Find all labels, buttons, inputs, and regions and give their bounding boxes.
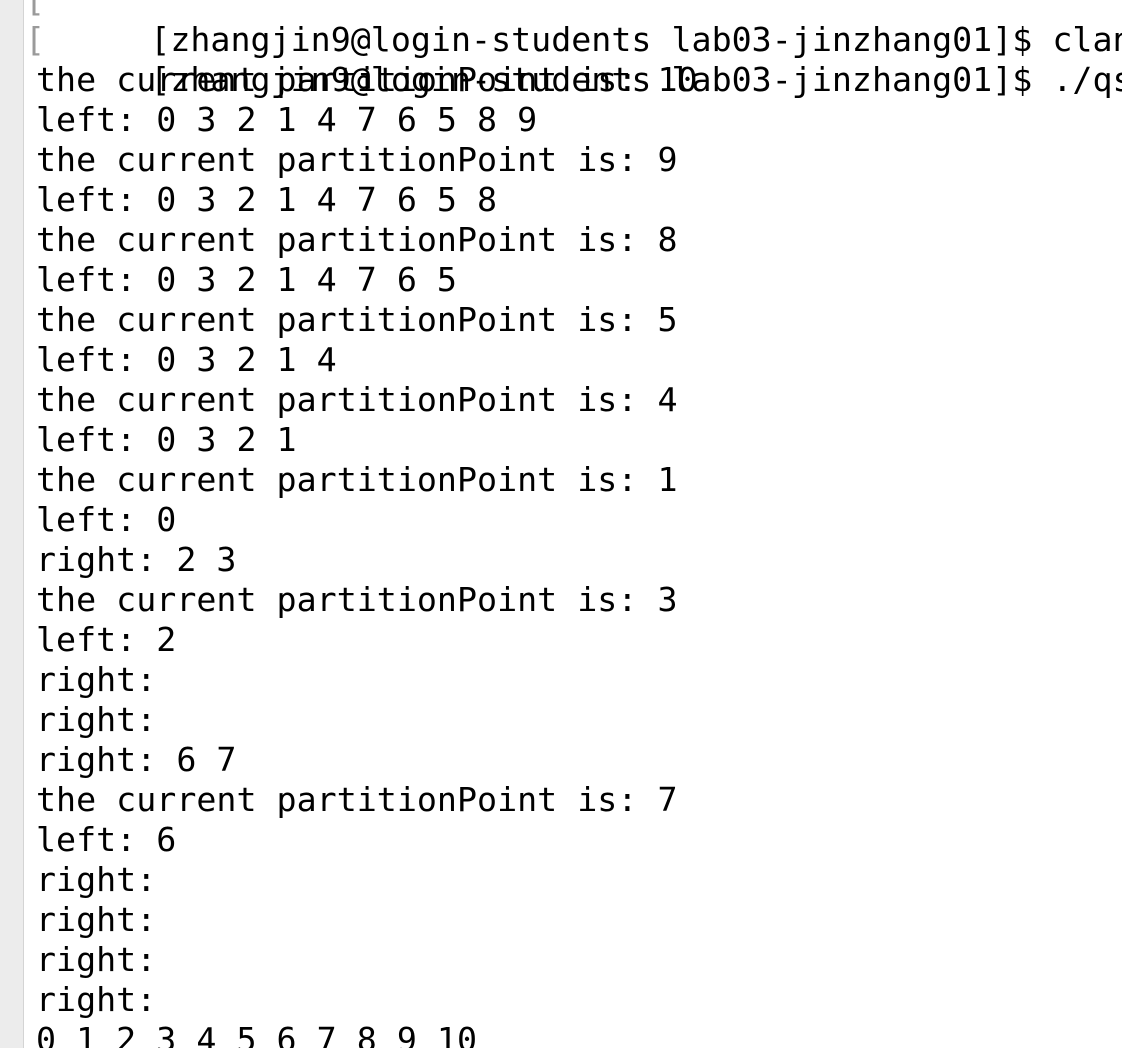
output-line: the current partitionPoint is: 10 (36, 60, 698, 99)
terminal-prompt-line: [[zhangjin9@login-students lab03-jinzhan… (0, 0, 1122, 59)
output-line: the current partitionPoint is: 8 (36, 220, 678, 259)
output-line: left: 6 (36, 820, 177, 859)
output-line: right: (36, 860, 157, 899)
output-line: the current partitionPoint is: 3 (36, 580, 678, 619)
terminal-window[interactable]: [[zhangjin9@login-students lab03-jinzhan… (0, 0, 1122, 1048)
prompt-mark-icon: [ (25, 20, 46, 59)
output-line: the current partitionPoint is: 5 (36, 300, 678, 339)
output-line: left: 0 3 2 1 (36, 420, 297, 459)
output-line: left: 0 3 2 1 4 7 6 5 (36, 260, 457, 299)
output-line: left: 0 (36, 500, 177, 539)
output-line: left: 0 3 2 1 4 7 6 5 8 9 (36, 100, 538, 139)
output-line: the current partitionPoint is: 1 (36, 460, 678, 499)
terminal-output: [[zhangjin9@login-students lab03-jinzhan… (0, 0, 1122, 1048)
output-line: 0 1 2 3 4 5 6 7 8 9 10 (36, 1020, 478, 1048)
output-line: right: (36, 700, 157, 739)
output-line: left: 0 3 2 1 4 7 6 5 8 (36, 180, 498, 219)
output-line: left: 0 3 2 1 4 (36, 340, 337, 379)
output-line: right: 6 7 (36, 740, 237, 779)
output-line: right: (36, 660, 157, 699)
output-line: right: (36, 940, 157, 979)
prompt-mark-icon: [ (25, 0, 45, 20)
output-line: left: 2 (36, 620, 177, 659)
output-line: right: (36, 900, 157, 939)
output-line: right: 2 3 (36, 540, 237, 579)
output-line: right: (36, 980, 157, 1019)
output-line: the current partitionPoint is: 7 (36, 780, 678, 819)
terminal-prompt-line: [[zhangjin9@login-students lab03-jinzhan… (0, 20, 1122, 99)
output-line: the current partitionPoint is: 9 (36, 140, 678, 179)
output-line: the current partitionPoint is: 4 (36, 380, 678, 419)
